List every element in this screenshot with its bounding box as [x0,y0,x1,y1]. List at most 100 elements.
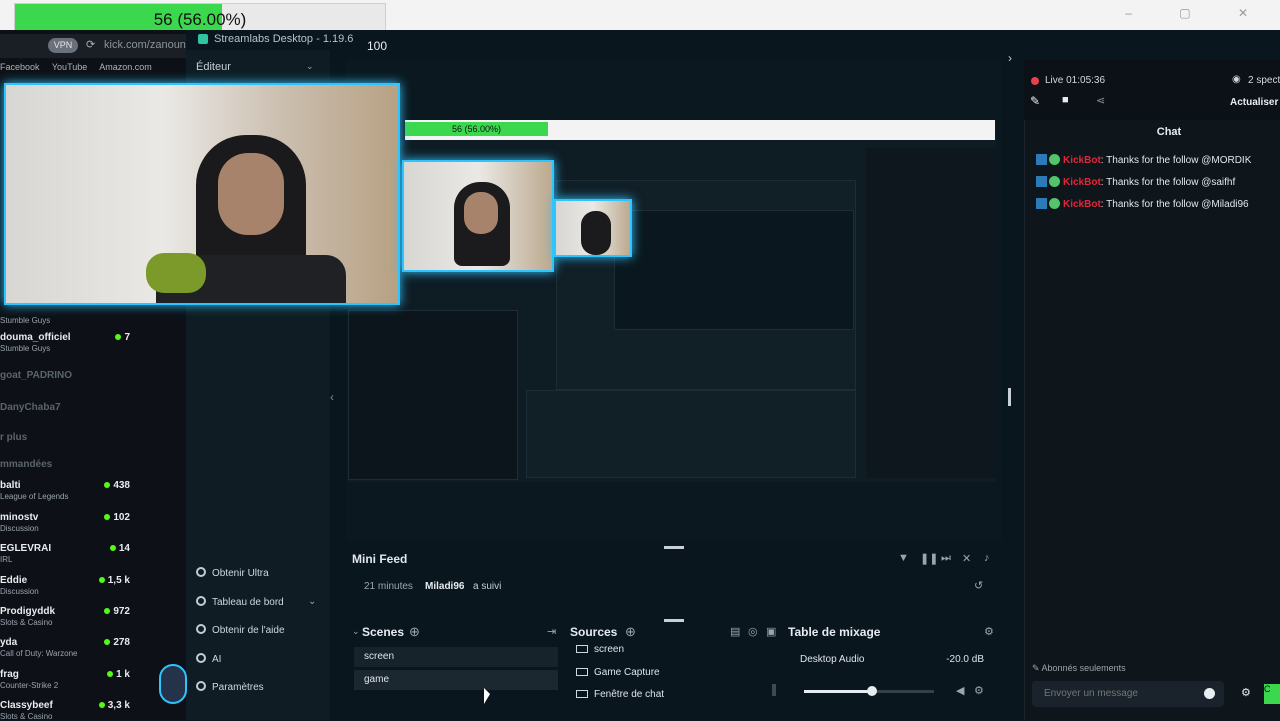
mixer-level: -20.0 dB [946,654,984,665]
add-scene-icon[interactable]: ⊕ [409,624,420,640]
camera-icon[interactable]: ■ [1062,94,1069,106]
resize-handle-2[interactable] [664,619,684,622]
editor-dropdown[interactable]: Éditeur ⌄ [196,61,314,73]
resize-handle[interactable] [664,546,684,549]
refresh-button[interactable]: Actualiser l [1230,97,1280,108]
nav-help[interactable]: Obtenir de l'aide [196,624,285,636]
add-source-icon[interactable]: ⊕ [625,624,636,640]
channel-category: Stumble Guys [0,316,51,325]
skip-icon[interactable]: ⏭ [941,552,951,565]
nav-settings[interactable]: Paramètres [196,681,264,693]
webcam-overlay[interactable] [4,83,400,305]
chat-text: : Thanks for the follow @MORDIK [1100,155,1252,166]
kick-badge-icon [1036,198,1047,209]
feed-user[interactable]: Miladi96 [425,581,464,592]
editor-label: Éditeur [196,61,231,73]
feed-time: 21 minutes [364,581,413,592]
kick-badge-icon [1036,176,1047,187]
send-button[interactable]: C [1264,684,1280,704]
scene-item[interactable]: game [354,670,558,690]
scene-item[interactable]: screen [354,647,558,667]
chat-message-input[interactable] [1032,681,1224,707]
nested-preview-2 [614,210,854,330]
volume-slider[interactable] [804,686,934,696]
channel-name: mmandées [0,459,53,470]
nav-obtain-ultra[interactable]: Obtenir Ultra [196,567,269,579]
nav-label: Obtenir de l'aide [212,625,285,636]
verified-badge-icon [1049,154,1060,165]
nav-label: Paramètres [212,682,264,693]
viewer-count: 7 [96,332,130,343]
edit-icon[interactable]: ✎ [1030,94,1040,108]
channel-category: Stumble Guys [0,344,51,353]
viewer-count: 1 k [96,669,130,680]
transition-icon[interactable]: ⇥ [547,625,556,638]
sources-title: Sources [570,625,618,639]
source-item[interactable]: screen [576,644,776,655]
volume-knob[interactable] [866,686,877,696]
nav-label: AI [212,654,222,665]
channel-category: Slots & Casino [0,618,53,627]
chevron-left-icon[interactable]: ‹ [330,390,334,404]
channel-category: Call of Duty: Warzone [0,649,78,658]
scene-folder-icon[interactable]: ▣ [766,625,776,638]
avatar[interactable] [159,664,187,704]
chat-text: : Thanks for the follow @saifhf [1100,177,1236,188]
nested-kick-sidebar [348,310,518,480]
channel-name: minostv [0,512,39,523]
window-icon [576,690,588,698]
viewer-count: 438 [96,480,130,491]
vpn-badge[interactable]: VPN [48,38,78,53]
feed-action: a suivi [473,581,502,592]
volume-fill [804,690,872,693]
scenes-title: Scenes [362,625,405,639]
viewer-count: 102 [96,512,130,523]
nav-ai[interactable]: AI [196,653,221,665]
chevron-down-icon: ⌄ [306,61,314,71]
chevron-down-icon[interactable]: ⌄ [352,626,360,637]
channel-name: DanyChaba7 [0,402,61,413]
emoji-icon[interactable] [1204,688,1215,699]
folder-icon[interactable]: ▤ [730,625,740,638]
channel-name: balti [0,480,21,491]
filter-icon[interactable]: ▼ [898,552,909,564]
volume-icon[interactable]: ♪ [984,552,990,564]
replay-icon[interactable]: ↺ [974,579,983,592]
channel-category: League of Legends [0,492,69,501]
channel-name: frag [0,669,19,680]
window-controls[interactable]: – ▢ ✕ [1125,6,1270,20]
share-icon[interactable]: ⋖ [1096,94,1105,107]
collapse-arrow-icon[interactable]: › [1008,51,1012,65]
verified-badge-icon [1049,198,1060,209]
channel-category: Discussion [0,587,39,596]
live-indicator [1031,77,1039,85]
gear-icon[interactable]: ⚙ [1241,686,1251,699]
source-label: Game Capture [594,667,660,678]
bookmark-facebook[interactable]: Facebook [0,62,40,72]
nav-dashboard[interactable]: Tableau de bord ⌄ [196,596,316,608]
reload-icon[interactable]: ⟳ [86,38,95,51]
speaker-icon[interactable]: ◀ [956,684,964,697]
mute-alerts-icon[interactable]: ✕ [962,552,971,565]
pause-icon[interactable]: ❚❚ [920,552,938,565]
gear-icon[interactable]: ⚙ [974,684,984,697]
source-item[interactable]: Fenêtre de chat [576,689,776,700]
source-item[interactable]: Game Capture [576,667,776,678]
channel-name: douma_officiel [0,332,71,343]
chat-user[interactable]: KickBot [1063,199,1101,210]
viewer-count: 278 [96,637,130,648]
sources-scrollbar[interactable] [772,684,776,696]
selective-recording-icon[interactable]: ◎ [748,625,758,638]
chat-user[interactable]: KickBot [1063,155,1101,166]
bookmark-amazon[interactable]: Amazon.com [99,62,152,72]
url-text[interactable]: kick.com/zanouni [104,39,188,51]
chat-user[interactable]: KickBot [1063,177,1101,188]
chat-message: KickBot: Thanks for the follow @MORDIK [1036,154,1251,166]
bookmark-youtube[interactable]: YouTube [52,62,87,72]
preview-scrollbar[interactable] [1008,388,1011,406]
nested-webcam-1 [402,160,554,272]
chevron-down-icon: ⌄ [308,596,317,607]
gear-icon[interactable]: ⚙ [984,625,994,638]
eye-icon: ◉ [1232,74,1241,85]
channel-category: Discussion [0,524,39,533]
